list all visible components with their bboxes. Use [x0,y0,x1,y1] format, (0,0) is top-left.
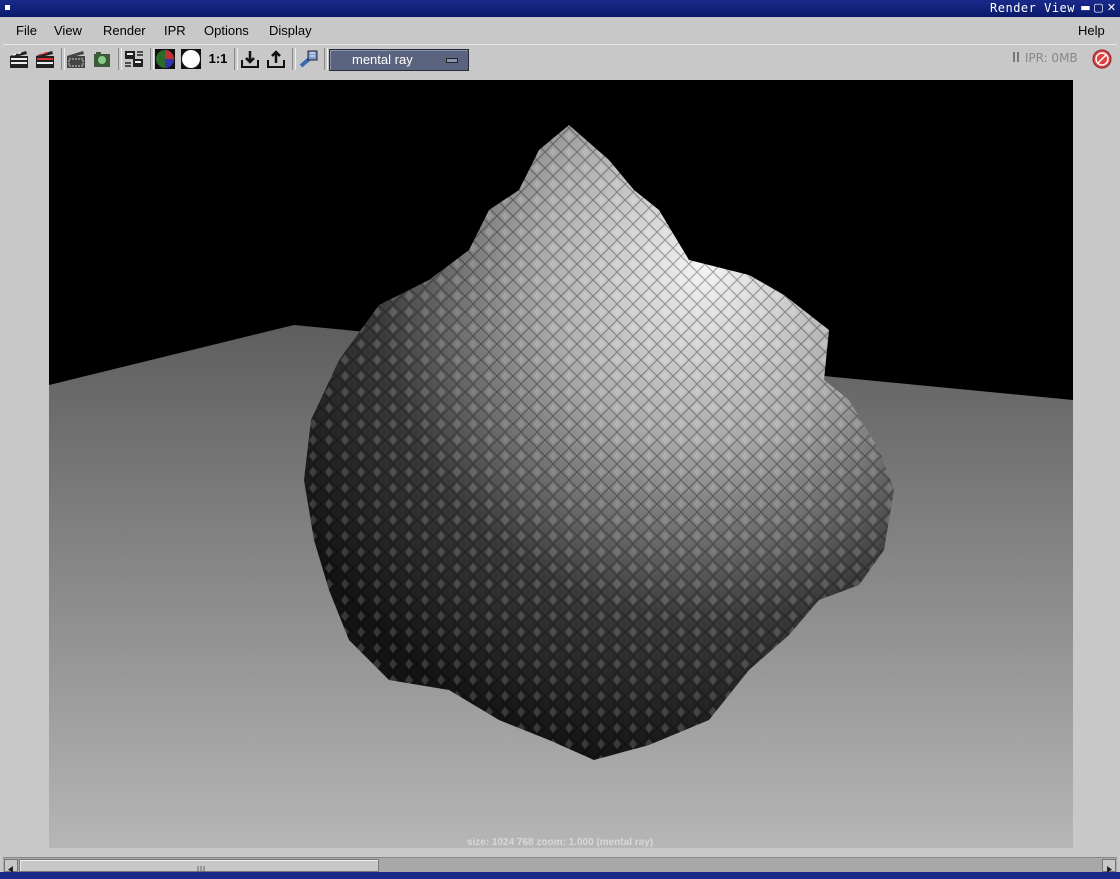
dropdown-icon [446,58,458,63]
render-status-text: size: 1024 768 zoom: 1.000 (mental ray) [466,837,654,848]
renderer-label: mental ray [352,52,413,67]
rendered-image [49,80,1073,848]
menu-view[interactable]: View [54,23,82,38]
ipr-status: IPR: 0MB [1013,51,1078,65]
menu-options[interactable]: Options [204,23,249,38]
scroll-right-icon[interactable] [1102,859,1116,873]
render-viewport[interactable]: size: 1024 768 zoom: 1.000 (mental ray) [3,73,1117,856]
toolbar: 1:1 mental ray IPR: 0MB [3,44,1117,74]
window-bottom-border [0,872,1120,879]
menu-bar: File View Render IPR Options Display Hel… [3,19,1117,43]
maximize-icon[interactable]: ▢ [1093,2,1104,14]
scrollbar-thumb[interactable] [19,859,379,873]
keep-image-icon[interactable] [239,48,261,70]
redo-render-icon[interactable] [34,48,56,70]
horizontal-scrollbar[interactable] [3,857,1117,873]
menu-ipr[interactable]: IPR [164,23,186,38]
window-menu-icon[interactable] [3,3,13,13]
remove-image-icon[interactable] [265,48,287,70]
alpha-channel-icon[interactable] [180,48,202,70]
menu-file[interactable]: File [16,23,37,38]
menu-help[interactable]: Help [1078,23,1105,38]
render-icon[interactable] [8,48,30,70]
ipr-memory-label: IPR: 0MB [1024,51,1078,65]
pause-icon[interactable] [1013,51,1021,65]
ipr-tuning-icon[interactable] [297,48,319,70]
menu-render[interactable]: Render [103,23,146,38]
minimize-icon[interactable]: ▬ [1080,2,1091,14]
render-region-icon[interactable] [65,48,87,70]
close-icon[interactable]: ✕ [1106,2,1117,14]
scroll-left-icon[interactable] [4,859,18,873]
render-settings-icon[interactable] [123,48,145,70]
renderer-select[interactable]: mental ray [329,49,469,71]
window-title: Render View [990,1,1075,15]
real-size-button[interactable]: 1:1 [207,48,229,70]
snapshot-icon[interactable] [91,48,113,70]
stop-render-icon[interactable] [1092,49,1112,69]
title-bar: Render View ▬ ▢ ✕ [0,0,1120,17]
color-channels-icon[interactable] [154,48,176,70]
menu-display[interactable]: Display [269,23,312,38]
